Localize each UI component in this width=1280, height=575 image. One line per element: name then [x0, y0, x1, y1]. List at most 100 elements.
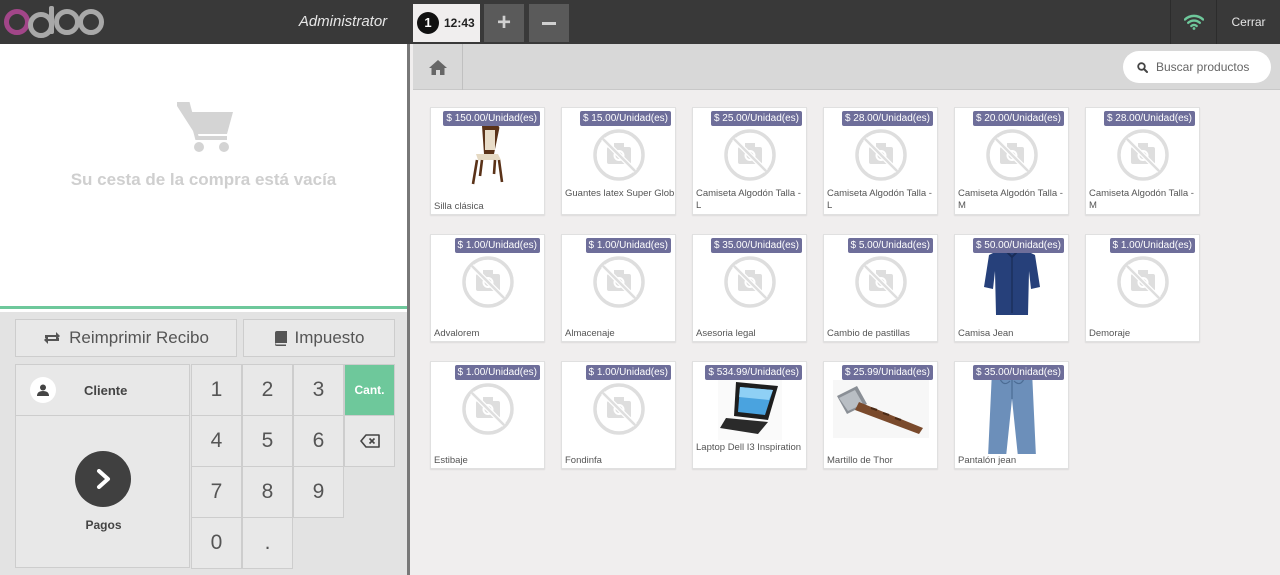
numpad-key-3[interactable]: 3	[293, 364, 344, 416]
product-price: $ 15.00/Unidad(es)	[579, 111, 671, 126]
product-card[interactable]: $ 1.00/Unidad(es) Almacenaje	[561, 234, 676, 342]
payment-button[interactable]: Pagos	[15, 416, 190, 568]
numpad-key-7[interactable]: 7	[191, 466, 242, 518]
client-label: Cliente	[84, 382, 128, 398]
top-bar: Administrator 1 12:43 + Cerrar	[0, 0, 1280, 44]
product-card[interactable]: $ 35.00/Unidad(es) Asesoria legal	[692, 234, 807, 342]
camera-placeholder-icon	[854, 256, 907, 308]
product-name: Silla clásica	[434, 201, 484, 212]
chair-image	[471, 126, 503, 185]
refresh-icon	[44, 332, 61, 344]
product-card[interactable]: $ 28.00/Unidad(es) Camiseta Algodón Talla…	[1085, 107, 1200, 215]
product-image	[824, 251, 937, 313]
product-card[interactable]: $ 50.00/Unidad(es) Camisa Jean	[954, 234, 1069, 342]
product-card[interactable]: $ 1.00/Unidad(es) Advalorem	[430, 234, 545, 342]
product-image	[693, 251, 806, 313]
camera-placeholder-icon	[592, 129, 645, 181]
numpad-key-5[interactable]: 5	[242, 415, 293, 467]
product-image	[562, 251, 675, 313]
order-tab[interactable]: 1 12:43	[413, 4, 480, 42]
home-icon	[428, 59, 447, 75]
order-time: 12:43	[444, 16, 475, 30]
product-card[interactable]: $ 1.00/Unidad(es) Estibaje	[430, 361, 545, 469]
home-button[interactable]	[413, 44, 463, 90]
camera-placeholder-icon	[723, 256, 776, 308]
breadcrumb	[413, 44, 1280, 90]
product-card[interactable]: $ 150.00/Unidad(es) Silla clásica	[430, 107, 545, 215]
product-card[interactable]: $ 1.00/Unidad(es) Demoraje	[1085, 234, 1200, 342]
reprint-receipt-button[interactable]: Reimprimir Recibo	[15, 319, 237, 357]
tax-label: Impuesto	[294, 328, 365, 347]
product-price: $ 25.00/Unidad(es)	[710, 111, 802, 126]
user-name[interactable]: Administrator	[283, 0, 403, 44]
control-panel: Reimprimir Recibo Impuesto Cliente Pagos…	[0, 312, 407, 575]
product-card[interactable]: $ 534.99/Unidad(es) Laptop Dell I3 Inspir…	[692, 361, 807, 469]
product-price: $ 1.00/Unidad(es)	[454, 365, 540, 380]
product-price: $ 1.00/Unidad(es)	[585, 365, 671, 380]
product-name: Advalorem	[434, 328, 480, 339]
search-box[interactable]	[1123, 51, 1271, 83]
product-price: $ 35.00/Unidad(es)	[710, 238, 802, 253]
tax-button[interactable]: Impuesto	[243, 319, 395, 357]
camera-placeholder-icon	[1116, 256, 1169, 308]
product-price: $ 28.00/Unidad(es)	[1103, 111, 1195, 126]
payment-label: Pagos	[85, 518, 122, 532]
product-price: $ 25.99/Unidad(es)	[841, 365, 933, 380]
product-card[interactable]: $ 35.00/Unidad(es) Pantalón jean	[954, 361, 1069, 469]
numpad-key-decimal[interactable]: .	[242, 517, 293, 569]
product-card[interactable]: $ 25.00/Unidad(es) Camiseta Algodón Talla…	[692, 107, 807, 215]
camera-placeholder-icon	[461, 383, 514, 435]
numpad-key-0[interactable]: 0	[191, 517, 242, 569]
search-icon	[1137, 61, 1148, 73]
product-price: $ 20.00/Unidad(es)	[972, 111, 1064, 126]
product-image	[824, 378, 937, 440]
product-image	[955, 124, 1068, 186]
product-image	[562, 124, 675, 186]
numpad-key-6[interactable]: 6	[293, 415, 344, 467]
shirt-image	[983, 249, 1040, 315]
delete-order-button[interactable]	[529, 4, 569, 42]
numpad-key-1[interactable]: 1	[191, 364, 242, 416]
search-input[interactable]	[1156, 60, 1266, 74]
product-price: $ 50.00/Unidad(es)	[972, 238, 1064, 253]
backspace-icon	[359, 434, 380, 449]
product-card[interactable]: $ 15.00/Unidad(es) Guantes latex Super Gl…	[561, 107, 676, 215]
numpad-key-4[interactable]: 4	[191, 415, 242, 467]
camera-placeholder-icon	[1116, 129, 1169, 181]
numpad-key-8[interactable]: 8	[242, 466, 293, 518]
product-price: $ 1.00/Unidad(es)	[1109, 238, 1195, 253]
product-card[interactable]: $ 20.00/Unidad(es) Camiseta Algodón Talla…	[954, 107, 1069, 215]
product-price: $ 534.99/Unidad(es)	[705, 365, 802, 380]
jeans-image	[987, 374, 1036, 454]
numpad-key-9[interactable]: 9	[293, 466, 344, 518]
order-number: 1	[417, 12, 439, 34]
product-name: Almacenaje	[565, 328, 615, 339]
backspace-button[interactable]	[344, 415, 395, 467]
user-icon	[30, 377, 56, 403]
quantity-mode-button[interactable]: Cant.	[344, 364, 395, 416]
client-button[interactable]: Cliente	[15, 364, 190, 416]
camera-placeholder-icon	[723, 129, 776, 181]
product-image	[431, 124, 544, 186]
empty-cart-message: Su cesta de la compra está vacía	[70, 170, 337, 189]
product-price: $ 35.00/Unidad(es)	[972, 365, 1064, 380]
shopping-cart-icon	[177, 102, 233, 152]
product-name: Guantes latex Super Glob	[565, 188, 675, 199]
product-name: Fondinfa	[565, 455, 602, 466]
close-button[interactable]: Cerrar	[1216, 0, 1280, 44]
product-image	[955, 374, 1068, 454]
camera-placeholder-icon	[854, 129, 907, 181]
order-pane: Su cesta de la compra está vacía Reimpri…	[0, 44, 410, 575]
numpad-key-2[interactable]: 2	[242, 364, 293, 416]
product-name: Estibaje	[434, 455, 468, 466]
product-card[interactable]: $ 25.99/Unidad(es) Martillo de Thor	[823, 361, 938, 469]
product-card[interactable]: $ 1.00/Unidad(es) Fondinfa	[561, 361, 676, 469]
product-card[interactable]: $ 28.00/Unidad(es) Camiseta Algodón Talla…	[823, 107, 938, 215]
product-price: $ 28.00/Unidad(es)	[841, 111, 933, 126]
wifi-icon[interactable]	[1170, 0, 1216, 44]
add-order-button[interactable]: +	[484, 4, 524, 42]
book-icon	[274, 330, 287, 346]
product-image	[824, 124, 937, 186]
product-image	[693, 124, 806, 186]
product-card[interactable]: $ 5.00/Unidad(es) Cambio de pastillas	[823, 234, 938, 342]
